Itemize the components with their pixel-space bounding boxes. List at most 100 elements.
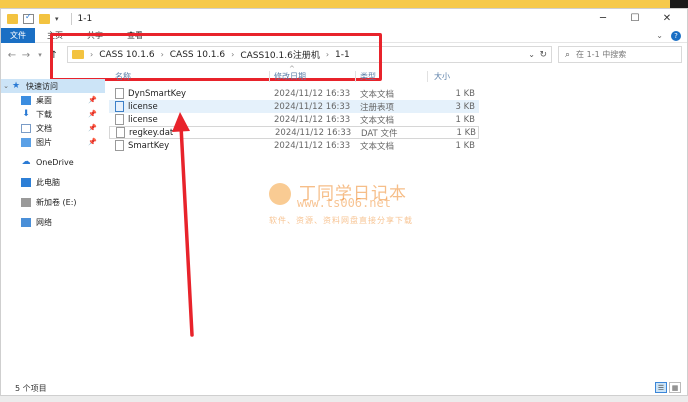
file-name: license (128, 114, 158, 125)
cloud-icon: ☁ (21, 157, 31, 167)
file-size: 1 KB (455, 114, 475, 125)
pin-icon: 📌 (88, 110, 97, 118)
file-date: 2024/11/12 16:33 (274, 101, 351, 112)
search-input[interactable]: ⌕ 在 1-1 中搜索 (558, 46, 682, 63)
nav-quick-access[interactable]: ⌄ ★ 快速访问 (1, 79, 105, 93)
download-icon: ⬇ (22, 109, 30, 119)
pin-icon: 📌 (88, 124, 97, 132)
nav-drive-e[interactable]: 新加卷 (E:) (1, 195, 105, 209)
view-toggle: ☰ ▦ (655, 382, 681, 393)
file-date: 2024/11/12 16:33 (274, 114, 351, 125)
watermark-logo-icon (269, 183, 291, 205)
details-view-icon[interactable]: ☰ (655, 382, 667, 393)
dat-file-icon (116, 127, 125, 138)
nav-this-pc[interactable]: 此电脑 (1, 175, 105, 189)
file-explorer-window: ▾ 1-1 ─ ☐ ✕ 文件 主页 共享 查看 ⌄ ? ← → ▾ ↑ › CA… (0, 8, 688, 396)
file-size: 3 KB (455, 101, 475, 112)
breadcrumb-separator[interactable]: › (90, 50, 93, 59)
file-name: SmartKey (128, 140, 170, 151)
back-icon[interactable]: ← (5, 50, 19, 61)
title-divider (70, 12, 72, 25)
file-size: 1 KB (455, 140, 475, 151)
column-divider[interactable] (355, 71, 356, 82)
quick-access-dropdown-icon[interactable]: ▾ (55, 15, 59, 23)
close-button[interactable]: ✕ (651, 9, 683, 28)
nav-downloads[interactable]: ⬇ 下载 📌 (1, 107, 105, 121)
file-date: 2024/11/12 16:33 (274, 140, 351, 151)
tab-view[interactable]: 查看 (115, 30, 155, 41)
status-bar: 5 个项目 ☰ ▦ (1, 380, 687, 396)
breadcrumb-item[interactable]: CASS10.1.6注册机 (240, 48, 320, 61)
breadcrumb-separator[interactable]: › (161, 50, 164, 59)
address-bar[interactable]: › CASS 10.1.6 › CASS 10.1.6 › CASS10.1.6… (67, 46, 552, 63)
column-size[interactable]: 大小 (434, 71, 450, 82)
file-date: 2024/11/12 16:33 (274, 88, 351, 99)
breadcrumb-separator[interactable]: › (231, 50, 234, 59)
file-type: 文本文档 (360, 89, 395, 100)
column-divider[interactable] (427, 71, 428, 82)
expand-ribbon-icon[interactable]: ⌄ (656, 31, 663, 40)
tab-share[interactable]: 共享 (75, 30, 115, 41)
column-date[interactable]: 修改日期 (274, 71, 306, 82)
address-dropdown-icon[interactable]: ⌄ (528, 50, 535, 59)
column-name[interactable]: 名称 (115, 71, 131, 82)
refresh-icon[interactable]: ↻ (539, 50, 547, 60)
breadcrumb-item[interactable]: CASS 10.1.6 (99, 50, 154, 60)
nav-label: 新加卷 (E:) (36, 197, 77, 207)
window-controls: ─ ☐ ✕ (587, 9, 683, 28)
file-name: license (128, 101, 158, 112)
desktop-icon (21, 95, 31, 105)
breadcrumb-item-current[interactable]: 1-1 (335, 50, 350, 60)
nav-pictures[interactable]: 图片 📌 (1, 135, 105, 149)
nav-label: 图片 (36, 137, 52, 147)
minimize-button[interactable]: ─ (587, 9, 619, 28)
title-bar: ▾ 1-1 ─ ☐ ✕ (1, 9, 687, 28)
collapse-icon[interactable]: ⌄ (1, 82, 11, 90)
up-icon[interactable]: ↑ (47, 50, 61, 61)
properties-icon[interactable] (23, 12, 34, 24)
file-row[interactable]: license 2024/11/12 16:33 注册表项 3 KB (109, 100, 479, 113)
file-row[interactable]: SmartKey 2024/11/12 16:33 文本文档 1 KB (109, 139, 479, 152)
help-icon[interactable]: ? (671, 30, 681, 41)
nav-network[interactable]: 网络 (1, 215, 105, 229)
window-title: 1-1 (77, 13, 93, 24)
text-file-icon (115, 140, 124, 151)
documents-icon (21, 123, 31, 133)
nav-onedrive[interactable]: ☁ OneDrive (1, 155, 105, 169)
breadcrumb-separator[interactable]: › (326, 50, 329, 59)
navigation-pane: ⌄ ★ 快速访问 桌面 📌 ⬇ 下载 📌 文档 📌 图片 📌 ☁ OneDriv… (1, 69, 105, 369)
column-type[interactable]: 类型 (360, 71, 376, 82)
file-row[interactable]: license 2024/11/12 16:33 文本文档 1 KB (109, 113, 479, 126)
tab-home[interactable]: 主页 (35, 30, 75, 41)
large-icons-view-icon[interactable]: ▦ (669, 382, 681, 393)
recent-locations-icon[interactable]: ▾ (33, 51, 47, 59)
watermark-url: www.ts006.net (297, 196, 391, 210)
file-row[interactable]: regkey.dat 2024/11/12 16:33 DAT 文件 1 KB (109, 126, 479, 139)
watermark: 丁同学日记本 www.ts006.net 软件、资源、资料网盘直接分享下载 (269, 179, 449, 233)
registry-file-icon (115, 101, 124, 112)
file-type: 文本文档 (360, 115, 395, 126)
column-header: ^ 名称 修改日期 类型 大小 (109, 65, 479, 83)
network-icon (21, 217, 31, 227)
tab-file[interactable]: 文件 (1, 27, 35, 43)
file-type: 文本文档 (360, 141, 395, 152)
file-name: DynSmartKey (128, 88, 187, 99)
file-date: 2024/11/12 16:33 (275, 127, 352, 138)
address-row: ← → ▾ ↑ › CASS 10.1.6 › CASS 10.1.6 › CA… (1, 44, 687, 66)
search-placeholder: 在 1-1 中搜索 (576, 50, 627, 59)
ribbon-tabs: 文件 主页 共享 查看 ⌄ ? (1, 27, 687, 43)
file-row[interactable]: DynSmartKey 2024/11/12 16:33 文本文档 1 KB (109, 87, 479, 100)
text-file-icon (115, 88, 124, 99)
folder-icon (72, 50, 84, 59)
nav-documents[interactable]: 文档 📌 (1, 121, 105, 135)
breadcrumb-item[interactable]: CASS 10.1.6 (170, 50, 225, 60)
maximize-button[interactable]: ☐ (619, 9, 651, 28)
new-folder-icon[interactable] (39, 13, 50, 24)
nav-desktop[interactable]: 桌面 📌 (1, 93, 105, 107)
watermark-subtitle: 软件、资源、资料网盘直接分享下载 (269, 216, 413, 225)
column-divider[interactable] (269, 71, 270, 82)
background-window-bottom (0, 396, 688, 402)
forward-icon[interactable]: → (19, 50, 33, 61)
star-icon: ★ (11, 81, 21, 91)
computer-icon (21, 177, 31, 187)
